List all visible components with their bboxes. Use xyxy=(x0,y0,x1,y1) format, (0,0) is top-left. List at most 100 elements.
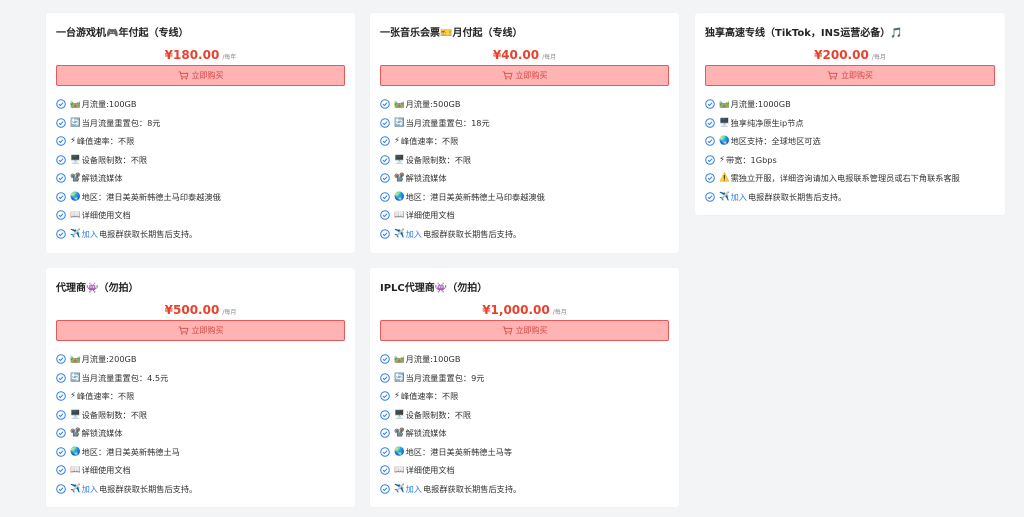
buy-now-button[interactable]: 立即购买 xyxy=(380,65,669,86)
list-item: 📖 详细使用文档 xyxy=(380,206,671,225)
join-telegram-link[interactable]: 加入 xyxy=(731,191,747,203)
airplane-icon: ✈️ xyxy=(719,191,730,202)
check-circle-icon xyxy=(705,136,715,147)
check-circle-icon xyxy=(56,428,66,439)
check-circle-icon xyxy=(56,409,66,420)
check-circle-icon xyxy=(705,99,715,110)
buy-now-button[interactable]: 立即购买 xyxy=(56,65,345,86)
list-item: 📽️ 解锁流媒体 xyxy=(380,169,671,188)
check-circle-icon xyxy=(705,191,715,202)
list-item: 🌏 地区：港日美英新韩德土马等 xyxy=(380,443,671,462)
monitor-icon: 🖥️ xyxy=(70,409,81,420)
price-unit: /每月 xyxy=(222,309,237,316)
plan-price: ¥180.00 xyxy=(164,48,220,62)
feature-list: 🛤️ 月流量:500GB 🔄 当月流量重置包：18元 ⚡ 峰值速率：不限 🖥️ 设备限制… xyxy=(380,95,671,243)
buy-now-button[interactable]: 立即购买 xyxy=(56,320,345,341)
plan-card-1: 一台游戏机🎮年付起（专线） ¥180.00/每年 立即购买 🛤️ 月流量:100G… xyxy=(46,13,355,253)
list-item: ⚡ 峰值速率：不限 xyxy=(56,387,347,406)
check-circle-icon xyxy=(380,428,390,439)
plan-title: 一台游戏机🎮年付起（专线） xyxy=(56,28,189,39)
check-circle-icon xyxy=(380,228,390,239)
join-telegram-link[interactable]: 加入 xyxy=(82,228,98,240)
cart-icon xyxy=(827,71,838,80)
join-telegram-link[interactable]: 加入 xyxy=(406,228,422,240)
price-unit: /每月 xyxy=(871,54,886,61)
refresh-icon: 🔄 xyxy=(70,117,81,128)
warning-icon: ⚠️ xyxy=(719,173,730,184)
list-item: 🌏 地区：港日美英新韩德土马印泰越澳俄 xyxy=(56,188,347,207)
check-circle-icon xyxy=(56,117,66,128)
check-circle-icon xyxy=(56,210,66,221)
check-circle-icon xyxy=(380,210,390,221)
book-icon: 📖 xyxy=(70,465,81,476)
airplane-icon: ✈️ xyxy=(394,483,405,494)
plan-card-3: 独享高速专线（TikTok，INS运营必备）🎵 ¥200.00/每月 立即购买 … xyxy=(695,13,1005,215)
monitor-icon: 🖥️ xyxy=(719,117,730,128)
railway-icon: 🛤️ xyxy=(394,354,405,365)
book-icon: 📖 xyxy=(70,210,81,221)
list-item: 🖥️ 独享纯净原生ip节点 xyxy=(705,114,997,133)
list-item: 🔄 当月流量重置包：8元 xyxy=(56,114,347,133)
refresh-icon: 🔄 xyxy=(70,372,81,383)
airplane-icon: ✈️ xyxy=(394,228,405,239)
list-item: 🔄 当月流量重置包：4.5元 xyxy=(56,369,347,388)
feature-list: 🛤️ 月流量:200GB 🔄 当月流量重置包：4.5元 ⚡ 峰值速率：不限 🖥️ 设备限… xyxy=(56,350,347,498)
join-telegram-link[interactable]: 加入 xyxy=(406,483,422,495)
buy-now-label: 立即购买 xyxy=(841,71,873,80)
list-item: ✈️ 加入 电报群获取长期售后支持。 xyxy=(380,480,671,499)
globe-icon: 🌏 xyxy=(719,136,730,147)
projector-icon: 📽️ xyxy=(394,428,405,439)
check-circle-icon xyxy=(380,391,390,402)
cart-icon xyxy=(178,326,189,335)
buy-now-button[interactable]: 立即购买 xyxy=(380,320,669,341)
plan-price: ¥40.00 xyxy=(492,48,540,62)
list-item: 🛤️ 月流量:1000GB xyxy=(705,95,997,114)
check-circle-icon xyxy=(56,191,66,202)
join-telegram-link[interactable]: 加入 xyxy=(82,483,98,495)
feature-list: 🛤️ 月流量:100GB 🔄 当月流量重置包：8元 ⚡ 峰值速率：不限 🖥️ 设备限制数… xyxy=(56,95,347,243)
plan-card-2: 一张音乐会票🎫月付起（专线） ¥40.00/每月 立即购买 🛤️ 月流量:500G… xyxy=(370,13,679,253)
lightning-icon: ⚡ xyxy=(394,391,400,402)
refresh-icon: 🔄 xyxy=(394,117,405,128)
cart-icon xyxy=(178,71,189,80)
check-circle-icon xyxy=(56,154,66,165)
list-item: ⚠️ 需独立开服，详细咨询请加入电报联系管理员或右下角联系客服 xyxy=(705,169,997,188)
check-circle-icon xyxy=(56,354,66,365)
monitor-icon: 🖥️ xyxy=(394,154,405,165)
list-item: 🌏 地区：港日美英新韩德土马印泰越澳俄 xyxy=(380,188,671,207)
check-circle-icon xyxy=(380,136,390,147)
music-note-icon: 🎵 xyxy=(890,28,903,39)
plan-title: 独享高速专线（TikTok，INS运营必备）🎵 xyxy=(705,28,903,39)
lightning-icon: ⚡ xyxy=(394,136,400,147)
check-circle-icon xyxy=(380,191,390,202)
lightning-icon: ⚡ xyxy=(719,154,725,165)
plan-title: 一张音乐会票🎫月付起（专线） xyxy=(380,28,523,39)
list-item: 📽️ 解锁流媒体 xyxy=(380,424,671,443)
check-circle-icon xyxy=(705,117,715,128)
list-item: 📖 详细使用文档 xyxy=(56,461,347,480)
feature-list: 🛤️ 月流量:100GB 🔄 当月流量重置包：9元 ⚡ 峰值速率：不限 🖥️ 设备限制数… xyxy=(380,350,671,498)
check-circle-icon xyxy=(56,483,66,494)
railway-icon: 🛤️ xyxy=(70,99,81,110)
globe-icon: 🌏 xyxy=(70,191,81,202)
buy-now-button[interactable]: 立即购买 xyxy=(705,65,995,86)
plan-card-4: 代理商👾（勿拍） ¥500.00/每月 立即购买 🛤️ 月流量:200GB 🔄 当月… xyxy=(46,268,355,507)
railway-icon: 🛤️ xyxy=(394,99,405,110)
list-item: 🛤️ 月流量:200GB xyxy=(56,350,347,369)
plan-price: ¥200.00 xyxy=(814,48,869,62)
gamepad-icon: 🎮 xyxy=(106,28,119,39)
list-item: 🛤️ 月流量:100GB xyxy=(56,95,347,114)
lightning-icon: ⚡ xyxy=(70,391,76,402)
list-item: ✈️ 加入 电报群获取长期售后支持。 xyxy=(56,225,347,244)
globe-icon: 🌏 xyxy=(70,446,81,457)
check-circle-icon xyxy=(380,154,390,165)
feature-list: 🛤️ 月流量:1000GB 🖥️ 独享纯净原生ip节点 🌏 地区支持：全球地区可选 ⚡… xyxy=(705,95,997,206)
monitor-icon: 🖥️ xyxy=(70,154,81,165)
projector-icon: 📽️ xyxy=(394,173,405,184)
list-item: ✈️ 加入 电报群获取长期售后支持。 xyxy=(380,225,671,244)
check-circle-icon xyxy=(380,354,390,365)
refresh-icon: 🔄 xyxy=(394,372,405,383)
projector-icon: 📽️ xyxy=(70,428,81,439)
list-item: ✈️ 加入 电报群获取长期售后支持。 xyxy=(705,188,997,207)
alien-monster-icon: 👾 xyxy=(86,283,99,294)
